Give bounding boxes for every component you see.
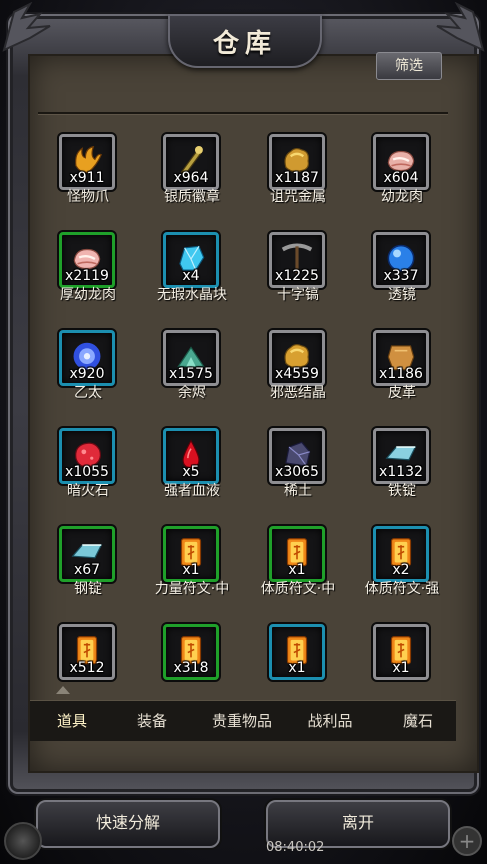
page-title: 仓库 <box>212 28 277 59</box>
item-quantity: x1186 <box>379 366 423 382</box>
inventory-item[interactable]: x512 <box>38 610 138 688</box>
item-quantity: x67 <box>73 562 101 578</box>
item-slot[interactable]: x337 <box>373 232 429 288</box>
item-slot[interactable]: x4559 <box>269 330 325 386</box>
tab-magic-stone[interactable]: 魔石 <box>376 701 460 741</box>
inventory-item[interactable]: x4 无瑕水晶块 <box>142 218 242 308</box>
ornament-horn-right-icon <box>436 2 485 52</box>
inventory-item[interactable]: x5 强者血液 <box>142 414 242 504</box>
item-slot[interactable]: x1 <box>269 624 325 680</box>
item-grid[interactable]: x911 怪物爪 x964 银质徽章 x1187 诅咒金属 x604 幼龙肉 x2119 厚幼龙肉… <box>38 120 458 688</box>
inventory-item[interactable]: x1225 十字镐 <box>248 218 348 308</box>
tab-items[interactable]: 道具 <box>30 701 114 741</box>
inventory-item[interactable]: x1186 皮革 <box>352 316 452 406</box>
inventory-item[interactable]: x3065 稀土 <box>248 414 348 504</box>
item-name: 幼龙肉 <box>381 189 423 205</box>
item-quantity: x2119 <box>65 268 109 284</box>
item-slot[interactable]: x2119 <box>59 232 115 288</box>
item-name: 透镜 <box>388 287 416 303</box>
item-quantity: x1132 <box>379 464 423 480</box>
category-tab-bar: 道具 装备 贵重物品 战利品 魔石 <box>30 700 456 741</box>
item-quantity: x4559 <box>275 366 319 382</box>
inventory-item[interactable]: x318 <box>142 610 242 688</box>
item-quantity: x512 <box>69 660 105 676</box>
inventory-item[interactable]: x2 体质符文·强 <box>352 512 452 602</box>
item-quantity: x1 <box>182 562 200 578</box>
item-quantity: x4 <box>182 268 200 284</box>
item-slot[interactable]: x604 <box>373 134 429 190</box>
inventory-item[interactable]: x1187 诅咒金属 <box>248 120 348 210</box>
item-quantity: x3065 <box>275 464 319 480</box>
item-slot[interactable]: x1 <box>163 526 219 582</box>
inventory-item[interactable]: x1132 铁锭 <box>352 414 452 504</box>
inventory-item[interactable]: x920 乙太 <box>38 316 138 406</box>
item-name: 铁锭 <box>388 483 416 499</box>
item-slot[interactable]: x1 <box>373 624 429 680</box>
item-slot[interactable]: x1055 <box>59 428 115 484</box>
item-name: 体质符文·强 <box>364 581 440 597</box>
title-plate: 仓库 <box>168 14 322 68</box>
inventory-item[interactable]: x911 怪物爪 <box>38 120 138 210</box>
inventory-item[interactable]: x67 钢锭 <box>38 512 138 602</box>
player-avatar[interactable] <box>4 822 42 860</box>
inventory-item[interactable]: x1055 暗火石 <box>38 414 138 504</box>
item-slot[interactable]: x3065 <box>269 428 325 484</box>
item-slot[interactable]: x1 <box>269 526 325 582</box>
inventory-item[interactable]: x337 透镜 <box>352 218 452 308</box>
item-slot[interactable]: x318 <box>163 624 219 680</box>
item-quantity: x1055 <box>65 464 109 480</box>
item-quantity: x1187 <box>275 170 319 186</box>
tab-valuables[interactable]: 贵重物品 <box>200 701 284 741</box>
inventory-item[interactable]: x964 银质徽章 <box>142 120 242 210</box>
inventory-item[interactable]: x2119 厚幼龙肉 <box>38 218 138 308</box>
inventory-item[interactable]: x1575 余烬 <box>142 316 242 406</box>
item-slot[interactable]: x67 <box>59 526 115 582</box>
ornament-horn-left-icon <box>2 2 51 52</box>
quick-salvage-button[interactable]: 快速分解 <box>36 800 220 848</box>
item-slot[interactable]: x964 <box>163 134 219 190</box>
item-quantity: x1 <box>288 660 306 676</box>
item-quantity: x2 <box>392 562 410 578</box>
item-quantity: x337 <box>383 268 419 284</box>
item-quantity: x964 <box>173 170 209 186</box>
divider <box>38 112 448 114</box>
inventory-item[interactable]: x1 <box>352 610 452 688</box>
item-quantity: x604 <box>383 170 419 186</box>
item-slot[interactable]: x1575 <box>163 330 219 386</box>
inventory-item[interactable]: x1 体质符文·中 <box>248 512 348 602</box>
item-slot[interactable]: x1132 <box>373 428 429 484</box>
item-slot[interactable]: x4 <box>163 232 219 288</box>
item-slot[interactable]: x911 <box>59 134 115 190</box>
tab-equipment[interactable]: 装备 <box>110 701 194 741</box>
clock-readout: 08:40:02 <box>266 840 325 855</box>
item-slot[interactable]: x920 <box>59 330 115 386</box>
item-quantity: x5 <box>182 464 200 480</box>
filter-button[interactable]: 筛选 <box>376 52 442 80</box>
item-quantity: x920 <box>69 366 105 382</box>
item-slot[interactable]: x1186 <box>373 330 429 386</box>
inventory-item[interactable]: x1 力量符文·中 <box>142 512 242 602</box>
item-quantity: x318 <box>173 660 209 676</box>
item-slot[interactable]: x512 <box>59 624 115 680</box>
item-slot[interactable]: x1225 <box>269 232 325 288</box>
item-slot[interactable]: x2 <box>373 526 429 582</box>
plus-icon[interactable]: + <box>452 826 482 856</box>
inventory-item[interactable]: x1 <box>248 610 348 688</box>
inventory-item[interactable]: x604 幼龙肉 <box>352 120 452 210</box>
item-quantity: x1225 <box>275 268 319 284</box>
inventory-item[interactable]: x4559 邪恶结晶 <box>248 316 348 406</box>
item-quantity: x1 <box>288 562 306 578</box>
item-quantity: x911 <box>69 170 105 186</box>
item-quantity: x1 <box>392 660 410 676</box>
tab-loot[interactable]: 战利品 <box>288 701 372 741</box>
item-quantity: x1575 <box>169 366 213 382</box>
item-name: 皮革 <box>388 385 416 401</box>
item-slot[interactable]: x5 <box>163 428 219 484</box>
item-slot[interactable]: x1187 <box>269 134 325 190</box>
tab-indicator-arrow-icon <box>56 686 70 694</box>
